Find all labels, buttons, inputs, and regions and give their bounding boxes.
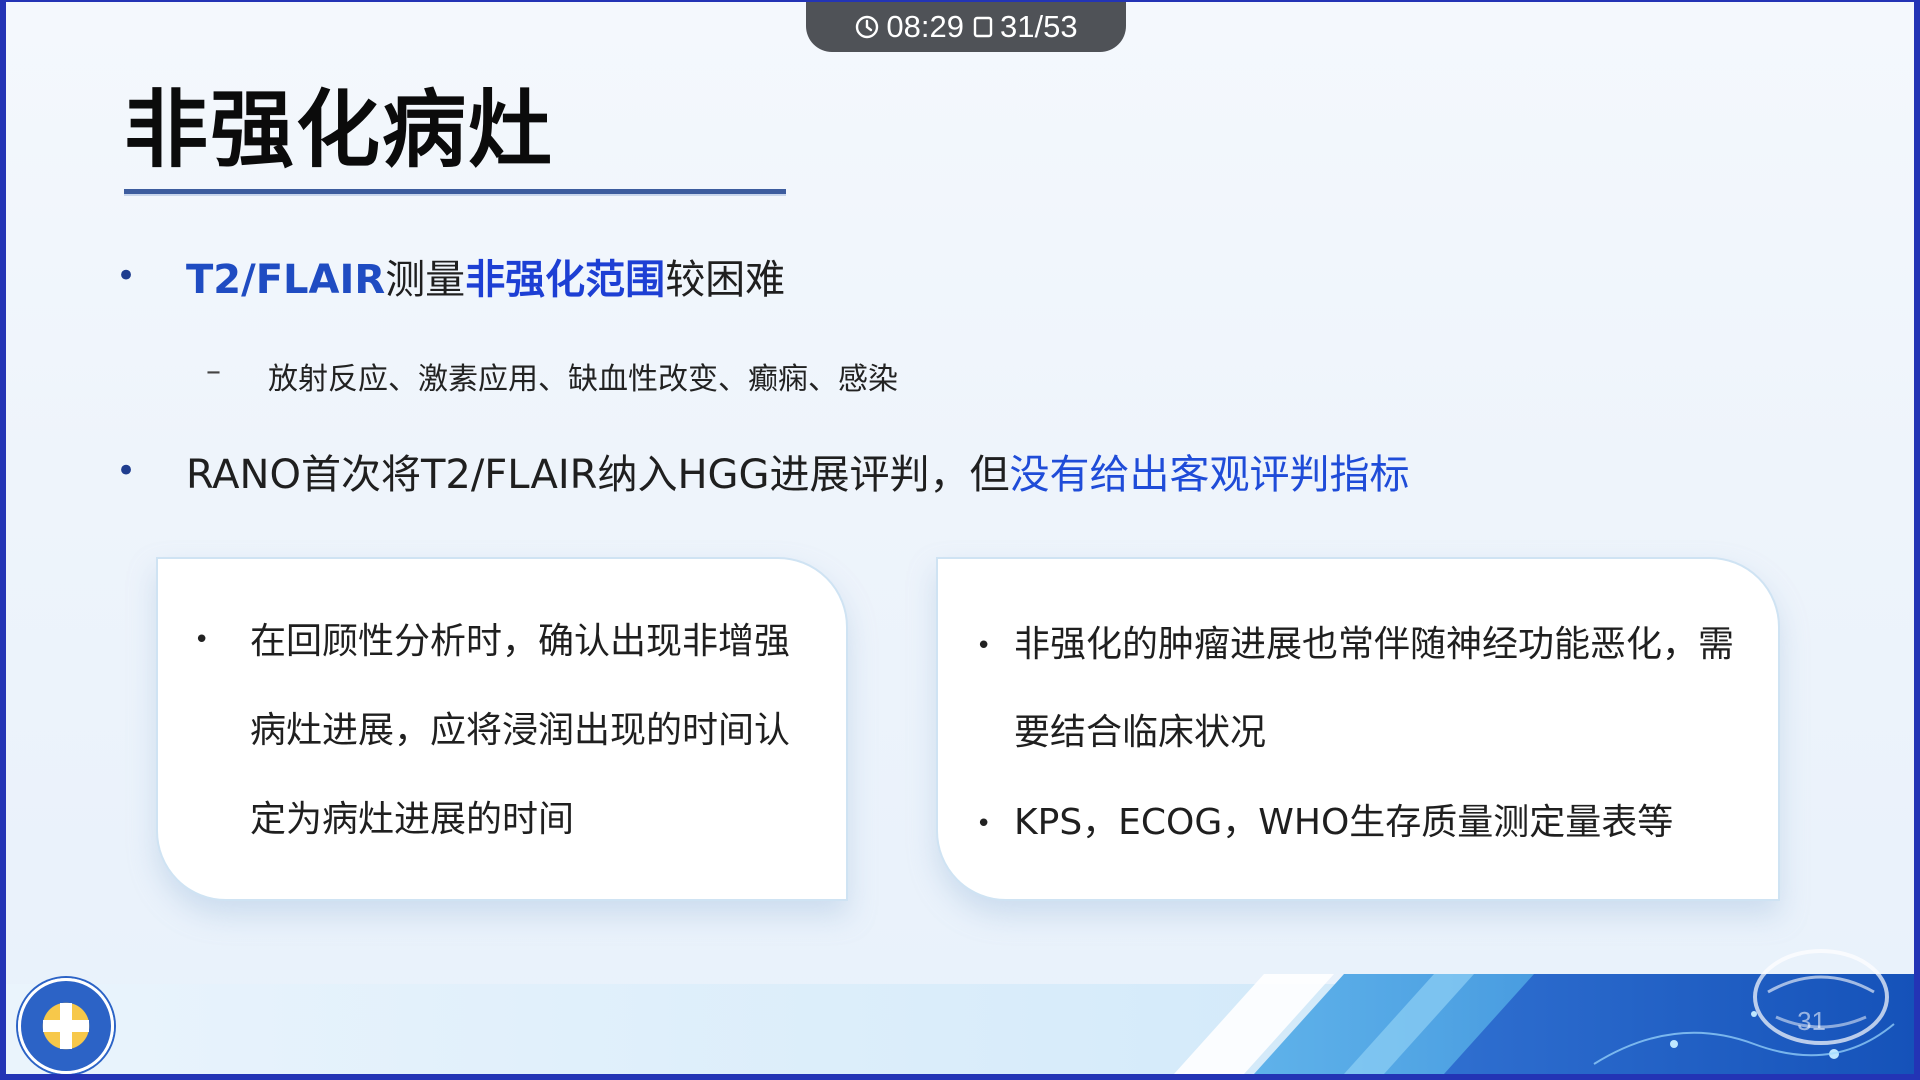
card-bullet-dot: • (194, 625, 210, 655)
bullet1-mid: 测量 (385, 257, 466, 303)
card-right-text-1: 非强化的肿瘤进展也常伴随神经功能恶化，需要结合临床状况 (1014, 624, 1735, 753)
page-number: 31 (1797, 1006, 1826, 1036)
bullet-rano: • RANO首次将T2/FLAIR纳入HGG进展评判，但没有给出客观评判指标 (116, 449, 1410, 501)
card-bullet-dot: • (976, 631, 992, 661)
title-underline (124, 189, 786, 194)
clock-icon (854, 14, 880, 40)
card-right-text-2: KPS，ECOG，WHO生存质量测定量表等 (1014, 802, 1674, 843)
elapsed-time: 08:29 (886, 9, 964, 44)
bullet1-suffix: 较困难 (665, 257, 786, 303)
bullet1-prefix: T2/FLAIR (186, 257, 386, 303)
bullet1-highlight: 非强化范围 (465, 257, 666, 303)
bullet-dot: • (116, 256, 137, 296)
sub-bullet-text: 放射反应、激素应用、缺血性改变、癫痫、感染 (268, 362, 898, 397)
sub-bullet-dash: – (206, 354, 221, 389)
bullet2-text: RANO首次将T2/FLAIR纳入HGG进展评判，但 (186, 452, 1010, 498)
hospital-logo (18, 978, 114, 1074)
slide-counter: 31/53 (1000, 9, 1078, 44)
slides-icon (972, 14, 994, 40)
sub-bullet-causes: – 放射反应、激素应用、缺血性改变、癫痫、感染 (206, 354, 898, 398)
bullet2-highlight: 没有给出客观评判指标 (1009, 452, 1410, 498)
slide-title: 非强化病灶 (124, 81, 555, 179)
presentation-viewer: 08:29 31/53 非强化病灶 • T2/FLAIR测量非强化范围较困难 –… (0, 0, 1920, 1080)
card-bullet-dot: • (976, 809, 992, 839)
bullet-t2-flair: • T2/FLAIR测量非强化范围较困难 (116, 254, 786, 306)
bullet-dot: • (116, 451, 137, 491)
card-clinical-status: • 非强化的肿瘤进展也常伴随神经功能恶化，需要结合临床状况 • KPS，ECOG… (936, 557, 1780, 901)
presentation-status-bar: 08:29 31/53 (806, 2, 1126, 52)
card-left-text: 在回顾性分析时，确认出现非增强病灶进展，应将浸润出现的时间认定为病灶进展的时间 (250, 621, 791, 840)
card-retrospective-analysis: • 在回顾性分析时，确认出现非增强病灶进展，应将浸润出现的时间认定为病灶进展的时… (156, 557, 848, 901)
